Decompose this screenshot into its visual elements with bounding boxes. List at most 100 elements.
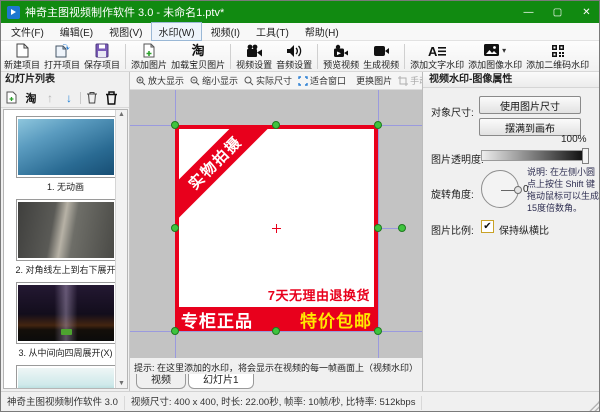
resize-handle-bottom-center[interactable]	[272, 327, 280, 335]
add-image-button[interactable]: 添加图片	[129, 42, 169, 71]
keep-aspect-ratio-checkbox[interactable]: ✔	[481, 220, 494, 233]
scroll-down-icon[interactable]: ▼	[118, 380, 125, 387]
resize-handle-bottom-left[interactable]	[171, 327, 179, 335]
open-project-icon	[54, 43, 70, 58]
slide-list-title: 幻灯片列表	[1, 72, 129, 88]
canvas-toolbar-label: 缩小显示	[202, 74, 238, 87]
zoom-out-button[interactable]: 缩小显示	[187, 74, 241, 87]
menu-view[interactable]: 视图(V)	[102, 22, 149, 41]
canvas-toolbar-label: 适合窗口	[310, 74, 346, 87]
canvas-toolbar-label: 手动裁剪和翻转	[410, 74, 422, 87]
slide-item-4[interactable]	[12, 365, 120, 389]
fit-window-button[interactable]: 适合窗口	[295, 74, 349, 87]
slide-caption: 2. 对角线左上到右下展开	[12, 263, 120, 276]
toolbar-label: 预览视频	[323, 58, 359, 71]
slide-item-1[interactable]: 1. 无动画	[12, 116, 120, 193]
dropdown-caret-icon: ▾	[502, 46, 506, 55]
menu-video[interactable]: 视频(I)	[204, 22, 247, 41]
slide-clear-all-button[interactable]	[103, 90, 119, 106]
status-app-name: 神奇主图视频制作软件 3.0	[1, 396, 125, 410]
zoom-in-button[interactable]: 放大显示	[133, 74, 187, 87]
resize-handle-top-center[interactable]	[272, 121, 280, 129]
slide-move-down-button[interactable]: ↓	[61, 90, 77, 106]
menu-edit[interactable]: 编辑(E)	[53, 22, 100, 41]
close-button[interactable]: ✕	[572, 1, 600, 23]
toolbar-separator	[80, 92, 81, 104]
slide-item-3[interactable]: 3. 从中间向四周展开(X)	[12, 282, 120, 359]
resize-handle-middle-right[interactable]	[374, 224, 382, 232]
scroll-up-icon[interactable]: ▲	[118, 111, 125, 118]
menu-tools[interactable]: 工具(T)	[249, 22, 296, 41]
maximize-button[interactable]: ▢	[543, 1, 572, 23]
replace-image-button[interactable]: 更换图片	[353, 74, 395, 87]
toolbar-separator	[317, 44, 318, 69]
watermark-hint-text: 提示: 在这里添加的水印，将会显示在视频的每一帧画面上（视频水印）	[130, 358, 422, 374]
canvas-toolbar-label: 更换图片	[356, 74, 392, 87]
menu-help[interactable]: 帮助(H)	[298, 22, 346, 41]
add-qrcode-watermark-button[interactable]: 添加二维码水印	[524, 42, 591, 71]
tab-video[interactable]: 视频	[136, 374, 186, 389]
toolbar-label: 打开项目	[44, 58, 80, 71]
slide-list-panel: 幻灯片列表 淘 ↑ ↓ 1. 无动画	[1, 72, 130, 391]
minimize-button[interactable]: —	[514, 1, 543, 23]
properties-panel-title: 视频水印-图像属性	[423, 72, 600, 88]
resize-grip[interactable]	[589, 401, 599, 411]
opacity-slider[interactable]	[481, 150, 587, 161]
rotation-dial-handle[interactable]	[514, 186, 522, 194]
slide-add-button[interactable]	[4, 90, 20, 106]
generate-video-button[interactable]: 生成视频	[361, 42, 401, 71]
slide-item-2[interactable]: 2. 对角线左上到右下展开	[12, 199, 120, 276]
load-taobao-images-button[interactable]: 淘 加载宝贝图片	[169, 42, 227, 71]
manual-crop-flip-button[interactable]: 手动裁剪和翻转	[395, 74, 422, 87]
title-bar: 神奇主图视频制作软件 3.0 - 未命名1.ptv* — ▢ ✕	[1, 1, 600, 23]
toolbar-label: 添加文字水印	[410, 58, 464, 71]
canvas-toolbar-label: 放大显示	[148, 74, 184, 87]
fit-window-icon	[298, 76, 308, 86]
menu-watermark[interactable]: 水印(W)	[151, 22, 201, 41]
video-settings-button[interactable]: 视频设置	[234, 42, 274, 71]
watermark-stage[interactable]: 实物拍摄 7天无理由退换货 专柜正品 特价包邮	[130, 90, 422, 358]
resize-handle-top-right[interactable]	[374, 121, 382, 129]
main-toolbar: 新建项目 打开项目 保存项目 添加图片 淘 加载宝贝图片	[1, 41, 600, 72]
slide-move-up-button[interactable]: ↑	[42, 90, 58, 106]
rotation-dial[interactable]	[481, 170, 519, 208]
audio-settings-button[interactable]: 音频设置	[274, 42, 314, 71]
svg-text:A: A	[428, 44, 438, 58]
actual-size-button[interactable]: 实际尺寸	[241, 74, 295, 87]
audio-settings-icon	[286, 43, 302, 58]
generate-video-icon	[373, 43, 389, 58]
toolbar-separator	[125, 44, 126, 69]
add-text-watermark-button[interactable]: A 添加文字水印	[408, 42, 466, 71]
image-ratio-label: 图片比例:	[431, 222, 474, 237]
opacity-slider-thumb[interactable]	[582, 148, 589, 164]
status-video-info: 视频尺寸: 400 x 400, 时长: 22.00秒, 帧率: 10帧/秒, …	[125, 396, 423, 410]
use-image-size-button[interactable]: 使用图片尺寸	[479, 96, 581, 114]
add-image-watermark-button[interactable]: ▾ 添加图像水印	[466, 42, 524, 71]
slide-delete-button[interactable]	[84, 90, 100, 106]
main-area: 幻灯片列表 淘 ↑ ↓ 1. 无动画	[1, 72, 600, 391]
canvas-area: 放大显示 缩小显示 实际尺寸 适合窗口 更换图片	[130, 72, 422, 391]
new-project-button[interactable]: 新建项目	[2, 42, 42, 71]
taobao-icon: 淘	[192, 43, 205, 58]
save-project-button[interactable]: 保存项目	[82, 42, 122, 71]
toolbar-label: 添加图像水印	[468, 58, 522, 71]
opacity-value: 100%	[561, 134, 587, 145]
center-cross-marker	[272, 224, 281, 233]
resize-handle-bottom-right[interactable]	[374, 327, 382, 335]
slide-list-scrollbar[interactable]: ▲ ▼	[115, 110, 127, 388]
toolbar-label: 添加图片	[131, 58, 167, 71]
toolbar-label: 生成视频	[363, 58, 399, 71]
resize-handle-top-left[interactable]	[171, 121, 179, 129]
opacity-label: 图片透明度:	[431, 151, 484, 166]
toolbar-label: 视频设置	[236, 58, 272, 71]
slide-taobao-button[interactable]: 淘	[23, 90, 39, 106]
watermark-banner-right-text: 特价包邮	[300, 307, 372, 332]
resize-handle-middle-left[interactable]	[171, 224, 179, 232]
menu-file[interactable]: 文件(F)	[4, 22, 51, 41]
zoom-in-icon	[136, 76, 146, 86]
open-project-button[interactable]: 打开项目	[42, 42, 82, 71]
rotation-note-text: 说明: 在左侧小圆点上按住 Shift 键拖动鼠标可以生成15度倍数角。	[527, 166, 599, 214]
rotation-handle[interactable]	[398, 224, 406, 232]
preview-video-button[interactable]: 预览视频	[321, 42, 361, 71]
tab-slide1[interactable]: 幻灯片1	[188, 374, 254, 389]
